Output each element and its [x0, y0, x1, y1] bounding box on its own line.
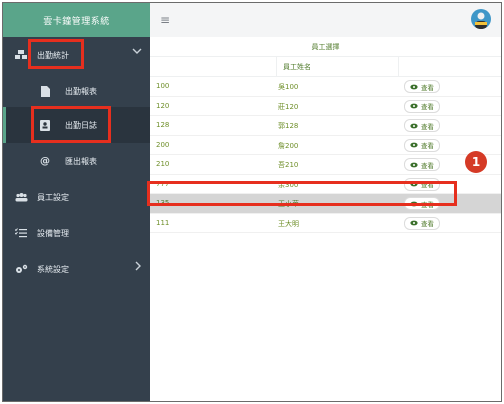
checklist-icon [13, 228, 29, 238]
view-button-label: 查看 [421, 161, 434, 170]
eye-icon [410, 103, 418, 109]
highlight-box-attendance-log [31, 106, 111, 143]
table-group-header: 員工選擇 [150, 37, 501, 57]
employee-name: 吾210 [278, 161, 299, 169]
table-column-header: 員工姓名 [150, 57, 501, 77]
eye-icon [410, 220, 418, 226]
eye-icon [410, 162, 418, 167]
gears-icon [13, 264, 29, 274]
employee-name: 王大明 [278, 219, 299, 228]
sidebar-item-label: 員工設定 [37, 192, 69, 202]
app-frame: 雲卡鐘管理系統 出勤統計 出勤報表 出勤日誌 @ 匯出報表 員工設定 設備管理 … [2, 2, 502, 402]
chevron-down-icon [132, 47, 142, 57]
column-header-action [398, 57, 399, 76]
avatar[interactable] [471, 9, 491, 29]
view-button-label: 查看 [421, 103, 434, 111]
employee-name: 郭128 [278, 122, 299, 130]
sidebar-item-attendance-report[interactable]: 出勤報表 [3, 73, 150, 109]
view-button-label: 查看 [421, 220, 434, 228]
view-button[interactable]: 查看 [404, 99, 440, 113]
active-indicator [3, 107, 6, 143]
highlight-box-attendance-stats [28, 39, 84, 69]
sidebar-item-label: 系統設定 [37, 264, 69, 274]
employee-id: 100 [156, 82, 170, 90]
employee-id: 128 [156, 121, 170, 129]
view-button[interactable]: 查看 [404, 158, 440, 171]
users-icon [13, 192, 29, 202]
eye-icon [410, 123, 418, 128]
view-button[interactable]: 查看 [404, 119, 440, 132]
employee-name: 吳100 [278, 83, 299, 91]
chevron-right-icon [134, 261, 142, 273]
view-button[interactable]: 查看 [404, 80, 440, 93]
view-button-label: 查看 [421, 122, 434, 131]
sidebar-item-employee-settings[interactable]: 員工設定 [3, 179, 150, 215]
view-button-label: 查看 [421, 142, 434, 150]
sidebar-item-label: 設備管理 [37, 228, 69, 238]
employee-id: 200 [156, 140, 170, 149]
employee-name: 詹200 [278, 141, 299, 150]
employee-id: 210 [156, 160, 170, 168]
employee-id: 120 [156, 101, 170, 110]
table-row[interactable]: 120 莊120 查看 [150, 97, 501, 116]
at-icon: @ [40, 155, 50, 167]
sidebar: 雲卡鐘管理系統 出勤統計 出勤報表 出勤日誌 @ 匯出報表 員工設定 設備管理 … [3, 3, 150, 401]
step-badge: 1 [465, 151, 487, 173]
sidebar-item-export-report[interactable]: @ 匯出報表 [3, 143, 150, 179]
view-button[interactable]: 查看 [404, 216, 440, 230]
view-button-label: 查看 [421, 83, 434, 92]
table-row[interactable]: 111 王大明 查看 [150, 214, 501, 233]
menu-toggle-icon[interactable]: ≡ [160, 13, 170, 27]
view-button[interactable]: 查看 [404, 138, 440, 152]
sidebar-item-label: 出勤報表 [65, 86, 97, 96]
highlight-box-selected-row [147, 181, 457, 206]
eye-icon [410, 84, 418, 89]
column-header-name: 員工姓名 [276, 57, 396, 76]
app-title: 雲卡鐘管理系統 [3, 3, 150, 37]
sidebar-item-system-settings[interactable]: 系統設定 [3, 251, 150, 287]
sidebar-item-device-management[interactable]: 設備管理 [3, 215, 150, 251]
top-bar: ≡ [150, 3, 501, 38]
table-row[interactable]: 100 吳100 查看 [150, 77, 501, 97]
table-row[interactable]: 200 詹200 查看 [150, 136, 501, 155]
cubes-icon [13, 50, 29, 60]
table-row[interactable]: 128 郭128 查看 [150, 116, 501, 136]
table-body: 100 吳100 查看 120 莊120 查看 128 郭128 查看 200 詹200 查看 210 吾… [150, 77, 501, 233]
file-icon [37, 85, 53, 97]
employee-id: 111 [156, 218, 170, 227]
table-row[interactable]: 210 吾210 查看 [150, 155, 501, 175]
employee-name: 莊120 [278, 102, 299, 111]
sidebar-item-label: 匯出報表 [65, 156, 97, 166]
eye-icon [410, 142, 418, 148]
